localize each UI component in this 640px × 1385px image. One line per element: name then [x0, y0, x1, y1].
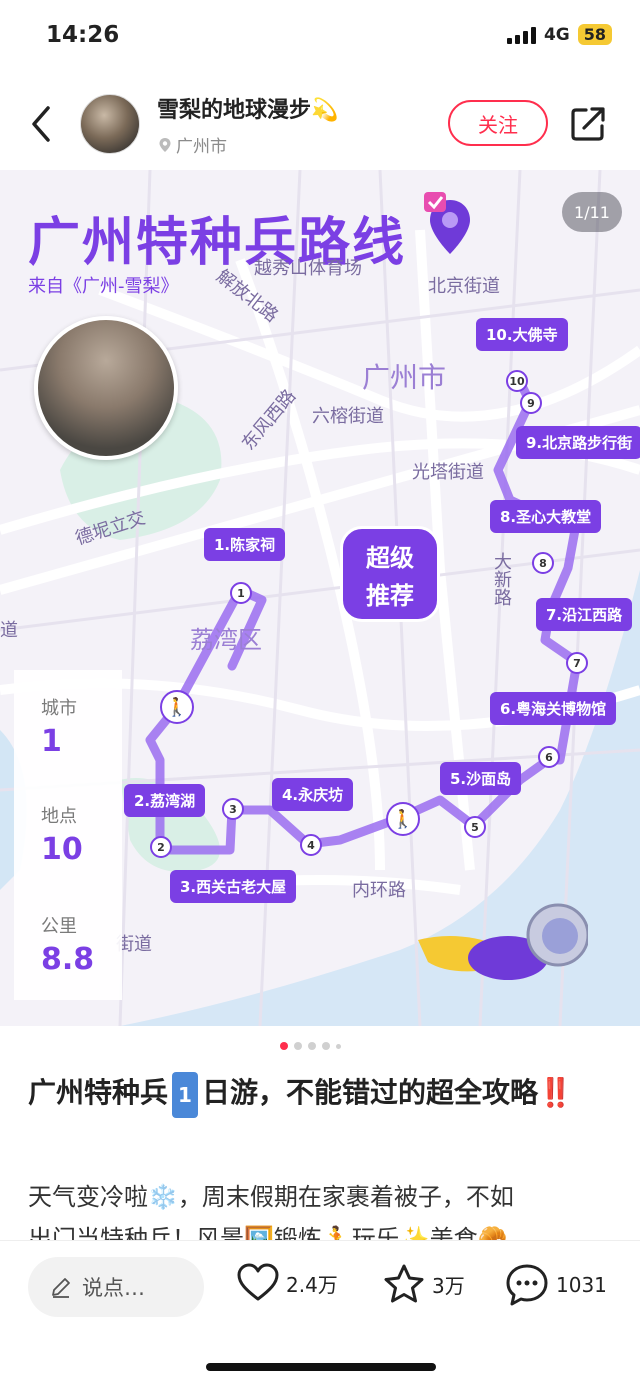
carousel-dot [322, 1042, 330, 1050]
like-count: 2.4万 [286, 1272, 338, 1297]
location-pin-icon [159, 137, 171, 152]
carousel-dot [308, 1042, 316, 1050]
stop-tag: 2.荔湾湖 [124, 784, 206, 817]
carousel-dot [336, 1043, 341, 1049]
stop-number: 5 [464, 816, 486, 838]
stop-number: 9 [520, 392, 542, 414]
follow-button[interactable]: 关注 [448, 100, 548, 146]
author-avatar[interactable] [80, 94, 140, 154]
stop-number: 6 [538, 746, 560, 768]
pencil-icon [52, 1278, 70, 1298]
stop-number: 7 [566, 652, 588, 674]
comment-bubble-icon [506, 1264, 548, 1306]
comment-count: 1031 [556, 1273, 607, 1297]
keycap-one-icon: 1 [172, 1072, 198, 1118]
star-icon [384, 1264, 424, 1303]
map-subtitle: 来自《广州-雪梨》 [28, 276, 179, 297]
stat-places-label: 地点 [41, 806, 77, 827]
back-arrow-icon[interactable] [26, 104, 56, 144]
stat-km-value: 8.8 [41, 942, 95, 977]
astronaut-sticker-icon [418, 903, 588, 980]
like-button[interactable]: 2.4万 [236, 1263, 338, 1303]
stop-number: 10 [506, 370, 528, 392]
walking-icon: 🚶 [160, 690, 194, 724]
stat-city-label: 城市 [41, 698, 77, 719]
comment-placeholder: 说点… [82, 1276, 145, 1300]
carousel-dot [280, 1042, 288, 1050]
city-label: 广州市 [362, 361, 447, 394]
comment-button[interactable]: 1031 [504, 1263, 607, 1307]
stop-number: 1 [230, 582, 252, 604]
stop-number: 8 [532, 552, 554, 574]
badge-line: 推荐 [366, 582, 414, 610]
home-indicator [206, 1363, 436, 1371]
post-title-part: 广州特种兵 [28, 1076, 169, 1109]
favorite-button[interactable]: 3万 [382, 1263, 465, 1305]
carousel-indicator [280, 1042, 341, 1050]
author-location-text: 广州市 [176, 137, 227, 157]
place-label: 光塔街道 [412, 462, 484, 483]
status-indicators: 4G 58 [506, 24, 612, 45]
location-pin-icon [424, 192, 470, 254]
stop-tag: 1.陈家祠 [204, 528, 286, 561]
badge-line: 超级 [366, 544, 414, 572]
battery-icon: 58 [577, 24, 612, 45]
stop-number: 4 [300, 834, 322, 856]
double-exclamation-icon: ‼️ [537, 1076, 573, 1109]
place-label: 大新路 [491, 552, 512, 606]
place-label: 北京街道 [428, 276, 500, 297]
place-label: 越秀山体育场 [254, 258, 362, 279]
stop-tag: 10.大佛寺 [476, 318, 568, 351]
stop-tag: 7.沿江西路 [536, 598, 633, 631]
stop-number: 3 [222, 798, 244, 820]
post-title: 广州特种兵 1 日游，不能错过的超全攻略‼️ [28, 1070, 618, 1118]
favorite-count: 3万 [432, 1273, 465, 1298]
stop-tag: 3.西关古老大屋 [170, 870, 297, 903]
signal-icon [506, 26, 536, 44]
post-body-line: 天气变冷啦❄️，周末假期在家裹着被子，不如 [28, 1183, 514, 1211]
author-location: 广州市 [158, 132, 227, 157]
place-label: 道 [0, 620, 18, 641]
post-header: 雪梨的地球漫步💫 广州市 关注 [0, 80, 640, 170]
bottom-action-bar: 说点… 2.4万 3万 1031 [0, 1240, 640, 1340]
image-counter: 1/11 [562, 192, 622, 232]
status-bar: 14:26 4G 58 [0, 0, 640, 72]
super-recommend-badge: 超级 推荐 [340, 526, 440, 622]
stop-tag: 9.北京路步行街 [516, 426, 640, 459]
route-stats: 城市 1 地点 10 公里 8.8 [14, 670, 122, 1000]
stat-km-label: 公里 [41, 916, 77, 937]
carousel-dot [294, 1042, 302, 1050]
stop-tag: 4.永庆坊 [272, 778, 354, 811]
network-type: 4G [543, 24, 570, 45]
walking-icon: 🚶 [386, 802, 420, 836]
stop-tag: 5.沙面岛 [440, 762, 522, 795]
author-photo [34, 316, 178, 460]
stop-number: 2 [150, 836, 172, 858]
author-name[interactable]: 雪梨的地球漫步💫 [157, 92, 338, 124]
stop-tag: 6.粤海关博物馆 [490, 692, 617, 725]
post-image-map[interactable]: 广州特种兵路线 来自《广州-雪梨》 1/11 越秀山体育场 解放北路 北京街道 … [0, 170, 640, 1026]
comment-input[interactable]: 说点… [28, 1257, 204, 1317]
stat-city-value: 1 [41, 724, 62, 759]
heart-icon [237, 1263, 279, 1301]
stat-places-value: 10 [41, 832, 83, 867]
status-time: 14:26 [46, 22, 120, 48]
place-label: 六榕街道 [312, 406, 384, 427]
share-icon[interactable] [568, 104, 608, 144]
post-title-part: 日游，不能错过的超全攻略 [201, 1076, 538, 1109]
district-label: 荔湾区 [190, 626, 262, 654]
place-label: 内环路 [352, 880, 406, 901]
stop-tag: 8.圣心大教堂 [490, 500, 602, 533]
post-body[interactable]: 天气变冷啦❄️，周末假期在家裹着被子，不如 出门当特种兵！风景🖼️锻炼🏃玩乐✨美… [28, 1176, 618, 1246]
